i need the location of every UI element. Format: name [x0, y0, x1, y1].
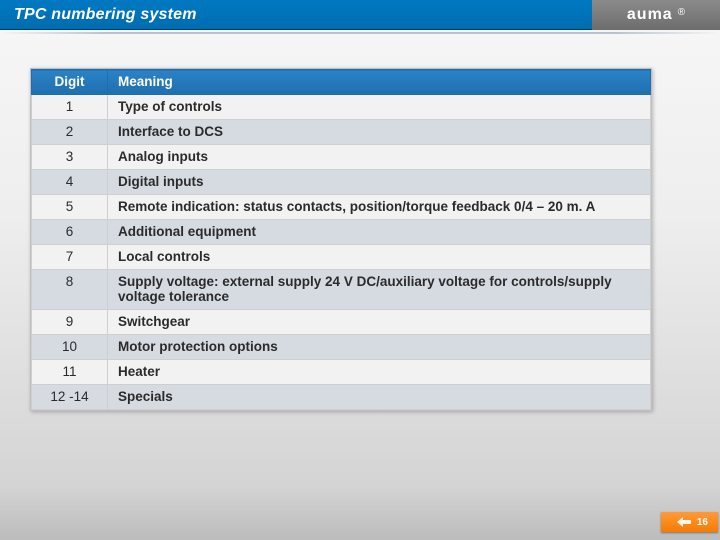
- meaning-cell: Digital inputs: [108, 170, 651, 195]
- digit-cell: 6: [32, 220, 108, 245]
- meaning-cell: Specials: [108, 385, 651, 410]
- digit-cell: 5: [32, 195, 108, 220]
- table-row: 11 Heater: [32, 360, 651, 385]
- meaning-cell: Type of controls: [108, 95, 651, 120]
- table-row: 8 Supply voltage: external supply 24 V D…: [32, 270, 651, 310]
- title-underline: [0, 32, 720, 34]
- table-row: 3 Analog inputs: [32, 145, 651, 170]
- brand-logo: auma ®: [592, 0, 720, 30]
- meaning-cell: Remote indication: status contacts, posi…: [108, 195, 651, 220]
- digit-cell: 2: [32, 120, 108, 145]
- table-row: 1 Type of controls: [32, 95, 651, 120]
- page-number: 16: [697, 517, 708, 528]
- meaning-cell: Motor protection options: [108, 335, 651, 360]
- digit-cell: 8: [32, 270, 108, 310]
- digit-cell: 3: [32, 145, 108, 170]
- slide: TPC numbering system auma ® Digit Meanin…: [0, 0, 720, 540]
- digit-cell: 12 -14: [32, 385, 108, 410]
- meaning-cell: Supply voltage: external supply 24 V DC/…: [108, 270, 651, 310]
- table-row: 4 Digital inputs: [32, 170, 651, 195]
- slide-title: TPC numbering system: [14, 6, 197, 24]
- arrow-left-icon: [677, 517, 691, 527]
- digit-cell: 11: [32, 360, 108, 385]
- digit-cell: 1: [32, 95, 108, 120]
- table-row: 12 -14 Specials: [32, 385, 651, 410]
- meaning-cell: Additional equipment: [108, 220, 651, 245]
- digit-cell: 7: [32, 245, 108, 270]
- meaning-cell: Switchgear: [108, 310, 651, 335]
- table: Digit Meaning 1 Type of controls 2 Inter…: [31, 69, 651, 410]
- page-number-pill: 16: [661, 512, 718, 532]
- col-header-meaning: Meaning: [108, 70, 651, 95]
- numbering-table: Digit Meaning 1 Type of controls 2 Inter…: [30, 68, 652, 411]
- digit-cell: 9: [32, 310, 108, 335]
- table-row: 6 Additional equipment: [32, 220, 651, 245]
- table-row: 2 Interface to DCS: [32, 120, 651, 145]
- digit-cell: 10: [32, 335, 108, 360]
- brand-name: auma: [627, 6, 673, 24]
- digit-cell: 4: [32, 170, 108, 195]
- table-row: 10 Motor protection options: [32, 335, 651, 360]
- meaning-cell: Interface to DCS: [108, 120, 651, 145]
- table-row: 5 Remote indication: status contacts, po…: [32, 195, 651, 220]
- registered-icon: ®: [678, 7, 685, 18]
- table-row: 7 Local controls: [32, 245, 651, 270]
- col-header-digit: Digit: [32, 70, 108, 95]
- table-row: 9 Switchgear: [32, 310, 651, 335]
- meaning-cell: Heater: [108, 360, 651, 385]
- table-header-row: Digit Meaning: [32, 70, 651, 95]
- meaning-cell: Local controls: [108, 245, 651, 270]
- meaning-cell: Analog inputs: [108, 145, 651, 170]
